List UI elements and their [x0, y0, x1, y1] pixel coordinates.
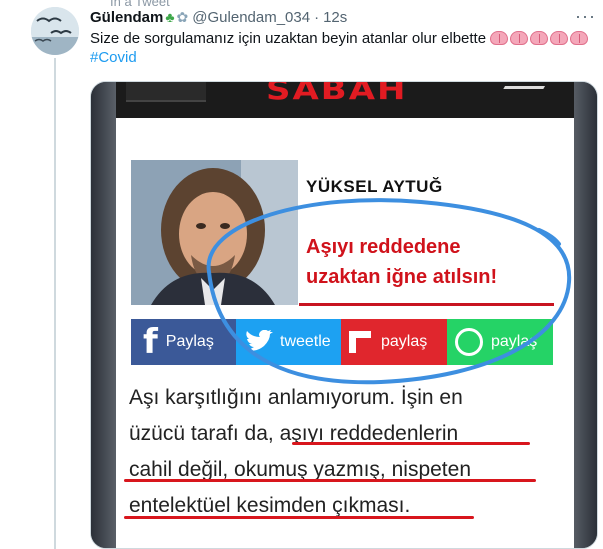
more-options-icon[interactable]: ··· [575, 6, 596, 27]
red-underline-annotation [124, 479, 536, 482]
newspaper-logo: SABAH [266, 81, 408, 106]
share-whatsapp-label: paylaş [491, 333, 538, 350]
newspaper-clipping: SABAH YÜKSEL AYTUĞ Aşıyı reddedene uzakt… [116, 82, 574, 548]
brain-icon [530, 31, 549, 45]
author-photo [131, 160, 298, 305]
dove-icon: ✿ [176, 8, 189, 25]
brain-icon [550, 31, 569, 45]
share-whatsapp-button: paylaş [447, 319, 553, 365]
masthead-mark [496, 86, 546, 100]
clover-icon: ♣ [165, 9, 175, 25]
red-underline-annotation [124, 516, 474, 519]
article-line: üzücü tarafı da, aşıyı reddedenlerin [129, 422, 459, 445]
avatar[interactable] [31, 7, 79, 55]
article-excerpt: Aşı karşıtlığını anlamıyorum. İşin en üz… [129, 380, 549, 524]
tweet-timestamp[interactable]: 12s [323, 9, 347, 26]
media-blur-right [572, 82, 597, 548]
whatsapp-icon [455, 328, 483, 356]
hashtag-link[interactable]: #Covid [90, 49, 137, 66]
headline-rule [299, 303, 554, 306]
red-underline-annotation [292, 442, 530, 445]
twitter-bird-icon [246, 330, 273, 351]
flipboard-icon [349, 331, 371, 353]
tweet-header: Gülendam ♣ ✿ @Gulendam_034 · 12s [90, 7, 347, 27]
brain-icon [510, 31, 529, 45]
brain-icon [490, 31, 509, 45]
separator-dot: · [314, 8, 320, 26]
user-handle[interactable]: @Gulendam_034 [192, 9, 310, 26]
brain-emoji-group [490, 30, 590, 47]
share-facebook-label: Paylaş [165, 333, 214, 350]
avatar-seagulls-image [31, 7, 79, 55]
tweet-body: Size de sorgulamanız için uzaktan beyin … [90, 30, 487, 47]
thread-connector-line [54, 58, 56, 549]
display-name[interactable]: Gülendam [90, 9, 163, 26]
masthead-box [126, 82, 206, 102]
tweet-text: Size de sorgulamanız için uzaktan beyin … [90, 29, 595, 49]
headline-line-2: uzaktan iğne atılsın! [306, 266, 498, 288]
share-twitter-button: tweetle [236, 319, 341, 365]
media-blur-left [91, 82, 116, 548]
facebook-icon: f [143, 322, 158, 362]
share-flipboard-label: paylaş [381, 333, 428, 350]
newspaper-masthead: SABAH [116, 82, 574, 118]
article-line: cahil değil, okumuş yazmış, nispeten [129, 458, 471, 481]
share-twitter-label: tweetle [280, 333, 331, 350]
article-headline: Aşıyı reddedene uzaktan iğne atılsın! [306, 232, 497, 292]
headline-line-1: Aşıyı reddedene [306, 236, 461, 258]
article-line: Aşı karşıtlığını anlamıyorum. İşin en [129, 386, 463, 409]
share-flipboard-button: paylaş [341, 319, 447, 365]
brain-icon [570, 31, 589, 45]
tweet-media-image[interactable]: SABAH YÜKSEL AYTUĞ Aşıyı reddedene uzakt… [90, 81, 598, 549]
share-facebook-button: f Paylaş [131, 319, 236, 365]
author-name: YÜKSEL AYTUĞ [306, 177, 443, 196]
